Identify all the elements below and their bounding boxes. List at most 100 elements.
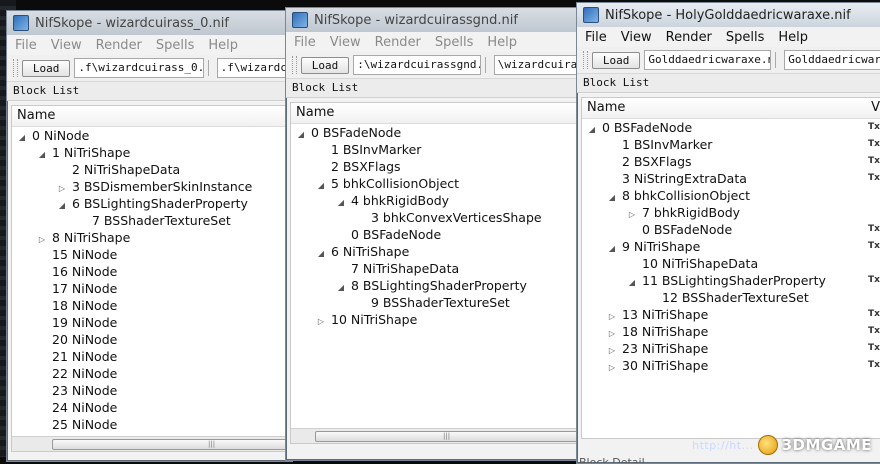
value-cell: Tx <box>868 139 880 149</box>
tree-row-label: 18 NiNode <box>52 298 118 313</box>
tree-row[interactable]: ▷9 BSShaderTextureSet <box>291 294 576 311</box>
toolbar-grip[interactable] <box>13 59 18 77</box>
menu-render[interactable]: Render <box>375 35 421 50</box>
menu-view[interactable]: View <box>621 30 652 45</box>
tree-row[interactable]: ▷20 NiNode <box>12 331 287 348</box>
tree-row[interactable]: ▷ 8 NiTriShape <box>12 229 287 246</box>
title-bar[interactable]: NifSkope - HolyGolddaedricwaraxe.nif <box>577 3 880 27</box>
menu-help[interactable]: Help <box>208 38 238 53</box>
menu-file[interactable]: File <box>15 38 37 53</box>
load-button[interactable]: Load <box>21 59 71 77</box>
block-list-tree[interactable]: Name ◢0 BSFadeNode▷1 BSInvMarker▷2 BSXFl… <box>290 102 577 444</box>
tree-row[interactable]: ◢ 8 bhkCollisionObject <box>582 187 880 204</box>
tree-row[interactable]: ▷ 10 NiTriShape <box>291 311 576 328</box>
tree-row[interactable]: ▷10 NiTriShapeData <box>582 255 880 272</box>
menu-render[interactable]: Render <box>96 38 142 53</box>
column-header-name[interactable]: Name V <box>582 98 880 119</box>
scrollbar-grip-icon: ||| <box>443 432 451 440</box>
load-path-field[interactable]: :\wizardcuirassgnd.nif <box>353 55 482 75</box>
load-button[interactable]: Load <box>591 51 641 69</box>
tree-row[interactable]: ◢ 8 BSLightingShaderProperty <box>291 277 576 294</box>
tree-row[interactable]: ▷18 NiNode <box>12 297 287 314</box>
tree-row[interactable]: ◢ 0 BSFadeNode Tx <box>582 119 880 136</box>
menu-view[interactable]: View <box>330 35 361 50</box>
tree-row[interactable]: ▷7 BSShaderTextureSet <box>12 212 287 229</box>
tree-row[interactable]: ▷2 NiTriShapeData <box>12 161 287 178</box>
tree-row[interactable]: ◢ 9 NiTriShape Tx <box>582 238 880 255</box>
column-header-name[interactable]: Name <box>291 103 576 124</box>
menu-spells[interactable]: Spells <box>726 30 765 45</box>
menu-view[interactable]: View <box>51 38 82 53</box>
block-list-tree[interactable]: Name ◢0 NiNode◢1 NiTriShape▷2 NiTriShape… <box>11 105 288 452</box>
menu-file[interactable]: File <box>585 30 607 45</box>
tree-row[interactable]: ▷1 BSInvMarkerTx <box>582 136 880 153</box>
block-details-tab[interactable]: Block Detail <box>579 456 645 463</box>
tree-row[interactable]: ▷ 18 NiTriShape Tx <box>582 323 880 340</box>
tree-row[interactable]: ◢ 5 bhkCollisionObject <box>291 175 576 192</box>
tree-row[interactable]: ▷0 BSFadeNodeTx <box>582 221 880 238</box>
tree-row[interactable]: ◢ 0 BSFadeNode <box>291 124 576 141</box>
tree-row-label: 23 NiTriShape <box>622 341 709 356</box>
tree-row[interactable]: ▷ 13 NiTriShape Tx <box>582 306 880 323</box>
horizontal-scrollbar[interactable]: ||| <box>12 436 287 451</box>
save-path-field[interactable]: Golddaedricwaraxe <box>784 50 880 70</box>
menu-spells[interactable]: Spells <box>156 38 195 53</box>
load-button[interactable]: Load <box>300 56 350 74</box>
tree-row[interactable]: ▷ 7 bhkRigidBody <box>582 204 880 221</box>
tree-row[interactable]: ◢ 6 NiTriShape <box>291 243 576 260</box>
tree-row[interactable]: ▷ 23 NiTriShape Tx <box>582 340 880 357</box>
tree-row[interactable]: ▷15 NiNode <box>12 246 287 263</box>
tree-row[interactable]: ▷1 BSInvMarker <box>291 141 576 158</box>
tree-row[interactable]: ◢ 4 bhkRigidBody <box>291 192 576 209</box>
menu-file[interactable]: File <box>294 35 316 50</box>
menu-help[interactable]: Help <box>778 30 808 45</box>
tree-row[interactable]: ▷ 30 NiTriShape Tx <box>582 357 880 374</box>
horizontal-scrollbar[interactable]: ||| <box>291 428 576 443</box>
tree-row[interactable]: ▷12 BSShaderTextureSet <box>582 289 880 306</box>
tree-row[interactable]: ▷ 25 NiNode <box>12 416 287 433</box>
collapsed-arrow-icon[interactable]: ▷ <box>606 359 618 376</box>
block-list-tree[interactable]: Name V ◢0 BSFadeNodeTx▷1 BSInvMarkerTx▷2… <box>581 97 880 439</box>
menu-render[interactable]: Render <box>666 30 712 45</box>
load-path-field[interactable]: .f\wizardcuirass_0.nif <box>74 58 204 78</box>
tree-row[interactable]: ▷23 NiNode <box>12 382 287 399</box>
tree-row[interactable]: ▷19 NiNode <box>12 314 287 331</box>
tree-row[interactable]: ▷16 NiNode <box>12 263 287 280</box>
load-path-field[interactable]: Golddaedricwaraxe.nif <box>644 50 772 70</box>
tree-row[interactable]: ▷22 NiNode <box>12 365 287 382</box>
tree-row[interactable]: ▷2 BSXFlags <box>291 158 576 175</box>
save-path-field[interactable]: .f\wizardcuir <box>216 58 292 78</box>
column-header-value[interactable]: V <box>871 98 880 118</box>
column-header-name[interactable]: Name <box>12 106 287 127</box>
tree-row[interactable]: ▷24 NiNode <box>12 399 287 416</box>
tree-row-label: 1 BSInvMarker <box>331 142 422 157</box>
tree-row-label: 7 NiTriShapeData <box>351 261 460 276</box>
tree-row-label: 24 NiNode <box>52 400 118 415</box>
tree-row[interactable]: ▷ 3 BSDismemberSkinInstance <box>12 178 287 195</box>
title-bar[interactable]: NifSkope - wizardcuirassgnd.nif <box>286 8 581 32</box>
save-path-field[interactable]: \wizardcuirass <box>493 55 581 75</box>
site-watermark: http://ht... 3DMGAME <box>692 435 872 455</box>
menu-spells[interactable]: Spells <box>435 35 474 50</box>
tree-row[interactable]: ◢ 11 BSLightingShaderProperty Tx <box>582 272 880 289</box>
nifskope-window-1[interactable]: NifSkope - wizardcuirass_0.nif File View… <box>6 10 293 462</box>
collapsed-arrow-icon[interactable]: ▷ <box>315 313 327 330</box>
toolbar-grip[interactable] <box>292 56 297 74</box>
menu-help[interactable]: Help <box>487 35 517 50</box>
title-bar[interactable]: NifSkope - wizardcuirass_0.nif <box>7 11 292 35</box>
tree-row[interactable]: ▷3 bhkConvexVerticesShape <box>291 209 576 226</box>
toolbar-grip[interactable] <box>583 51 588 69</box>
tree-row[interactable]: ▷17 NiNode <box>12 280 287 297</box>
nifskope-window-2[interactable]: NifSkope - wizardcuirassgnd.nif File Vie… <box>285 7 582 461</box>
tree-row[interactable]: ▷2 BSXFlagsTx <box>582 153 880 170</box>
tree-row[interactable]: ▷0 BSFadeNode <box>291 226 576 243</box>
tree-row[interactable]: ◢ 0 NiNode <box>12 127 287 144</box>
tree-row[interactable]: ◢ 6 BSLightingShaderProperty <box>12 195 287 212</box>
tree-row[interactable]: ▷3 NiStringExtraDataTx <box>582 170 880 187</box>
scrollbar-thumb[interactable] <box>52 439 287 450</box>
nifskope-window-3[interactable]: NifSkope - HolyGolddaedricwaraxe.nif Fil… <box>576 2 880 464</box>
tree-row[interactable]: ◢ 1 NiTriShape <box>12 144 287 161</box>
tree-row[interactable]: ▷21 NiNode <box>12 348 287 365</box>
tree-row[interactable]: ▷7 NiTriShapeData <box>291 260 576 277</box>
tree-row-label: 7 BSShaderTextureSet <box>92 213 231 228</box>
